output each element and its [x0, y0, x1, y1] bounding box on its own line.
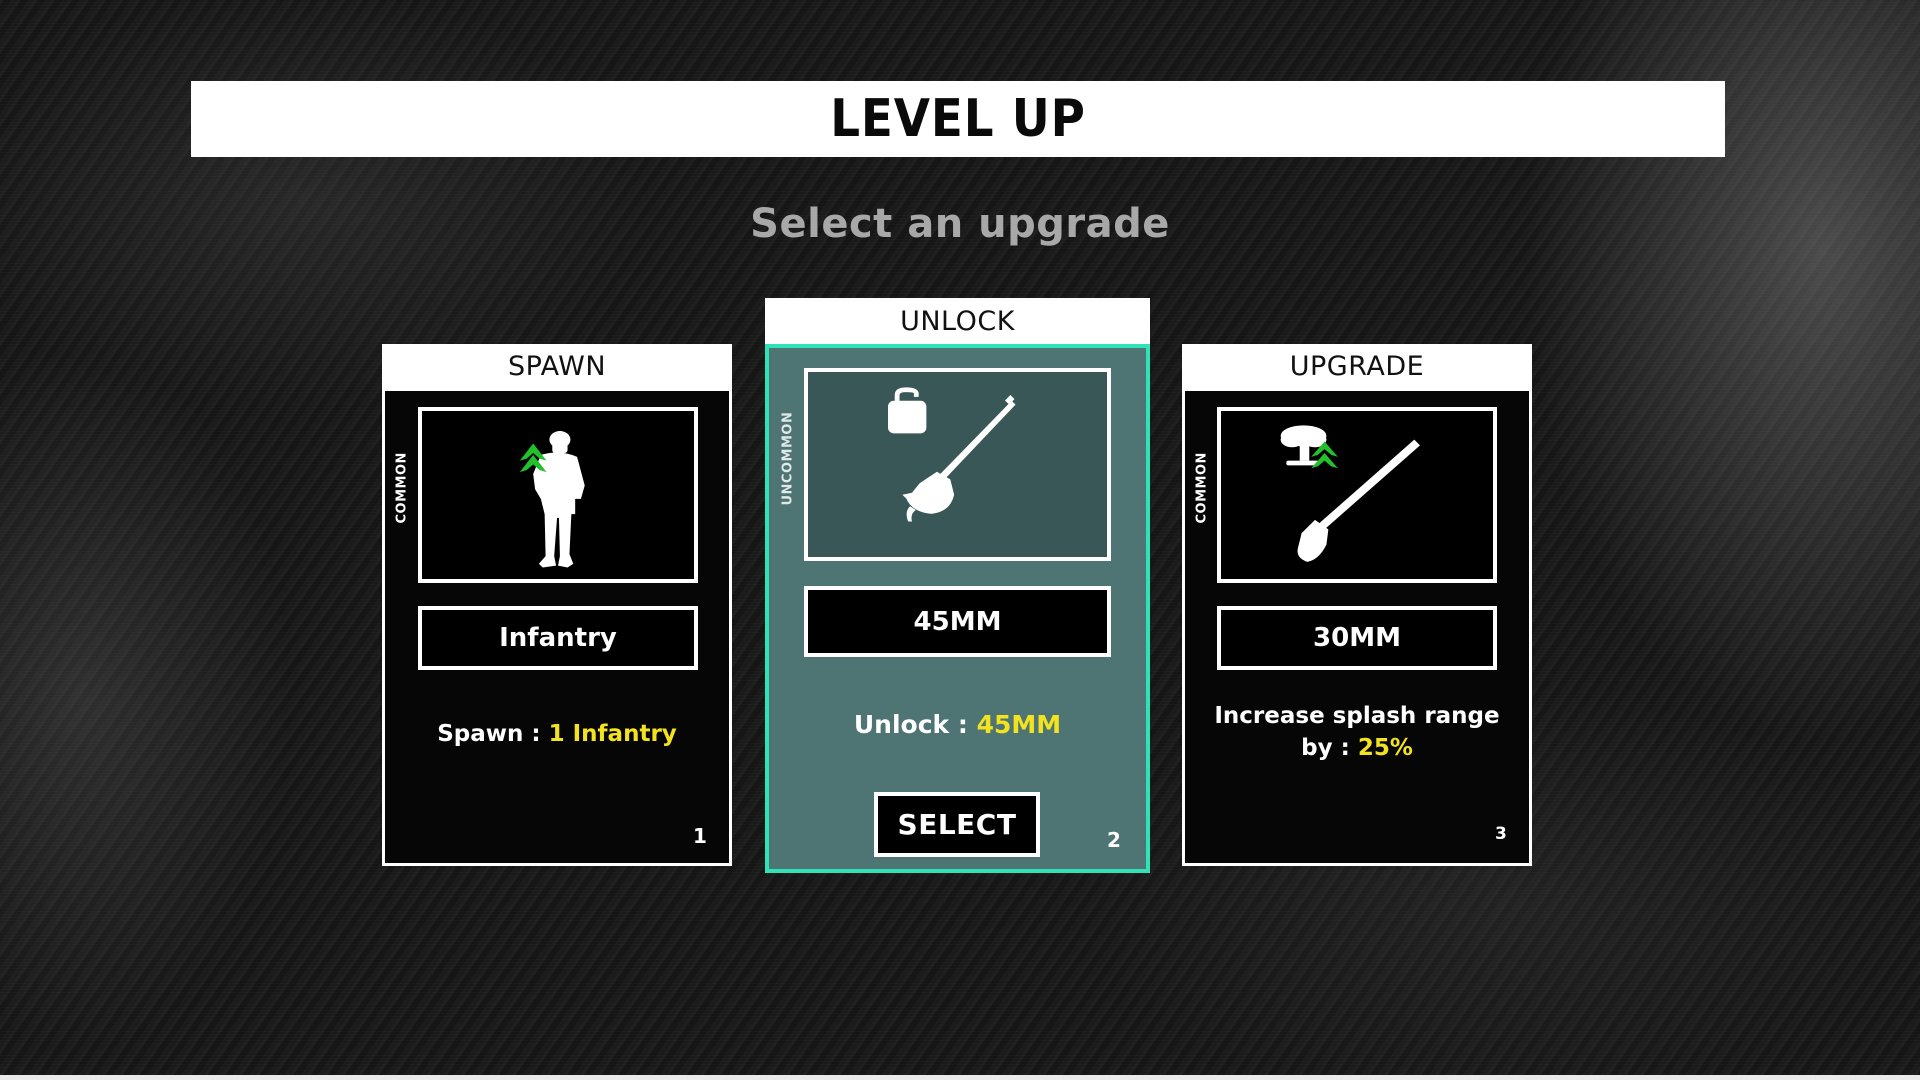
card-name-box: 30MM — [1217, 606, 1497, 670]
card-hotkey-number: 2 — [1107, 828, 1121, 852]
infantry-soldier-icon — [519, 431, 585, 568]
card-name-box: Infantry — [418, 606, 698, 670]
title-banner: LEVEL UP — [191, 81, 1725, 157]
page-title: LEVEL UP — [830, 89, 1086, 149]
subtitle: Select an upgrade — [750, 201, 1170, 247]
select-button[interactable]: SELECT — [874, 792, 1040, 857]
rarity-label: COMMON — [394, 452, 410, 524]
rarity-label: COMMON — [1194, 452, 1210, 524]
padlock-open-icon — [888, 387, 927, 434]
description-label: by : — [1301, 735, 1350, 761]
card-hotkey-number: 1 — [693, 824, 707, 848]
card-description: Unlock : 45MM — [765, 709, 1150, 741]
card-image — [1217, 407, 1497, 583]
card-type-header: SPAWN — [382, 344, 732, 388]
card-name-box: 45MM — [804, 586, 1111, 657]
description-value: 25% — [1357, 735, 1413, 761]
upgrade-card-unlock[interactable]: UNLOCK UNCOMMON 45MM Unlock : 45MM SELEC… — [765, 298, 1150, 873]
rarity-label: UNCOMMON — [780, 411, 796, 506]
card-image — [804, 368, 1111, 561]
30mm-gun-icon — [1280, 425, 1420, 562]
card-type-header: UNLOCK — [765, 298, 1150, 344]
45mm-gun-icon — [888, 387, 1016, 522]
upgrade-card-upgrade[interactable]: UPGRADE COMMON 30MM Increase splash rang… — [1182, 344, 1532, 866]
description-value: 1 Infantry — [548, 721, 677, 747]
card-type-header: UPGRADE — [1182, 344, 1532, 388]
upgrade-card-spawn[interactable]: SPAWN COMMON Infantry Spawn : 1 Infantry… — [382, 344, 732, 866]
card-description: Increase splash range by : 25% — [1182, 700, 1532, 764]
description-label: Increase splash range — [1214, 703, 1500, 729]
card-hotkey-number: 3 — [1495, 824, 1507, 844]
bottom-strip — [0, 1075, 1920, 1080]
description-label: Spawn : — [437, 721, 541, 747]
card-description: Spawn : 1 Infantry — [382, 718, 732, 750]
double-chevron-up-icon — [519, 443, 547, 473]
description-value: 45MM — [976, 710, 1062, 739]
card-image — [418, 407, 698, 583]
description-label: Unlock : — [853, 710, 968, 739]
